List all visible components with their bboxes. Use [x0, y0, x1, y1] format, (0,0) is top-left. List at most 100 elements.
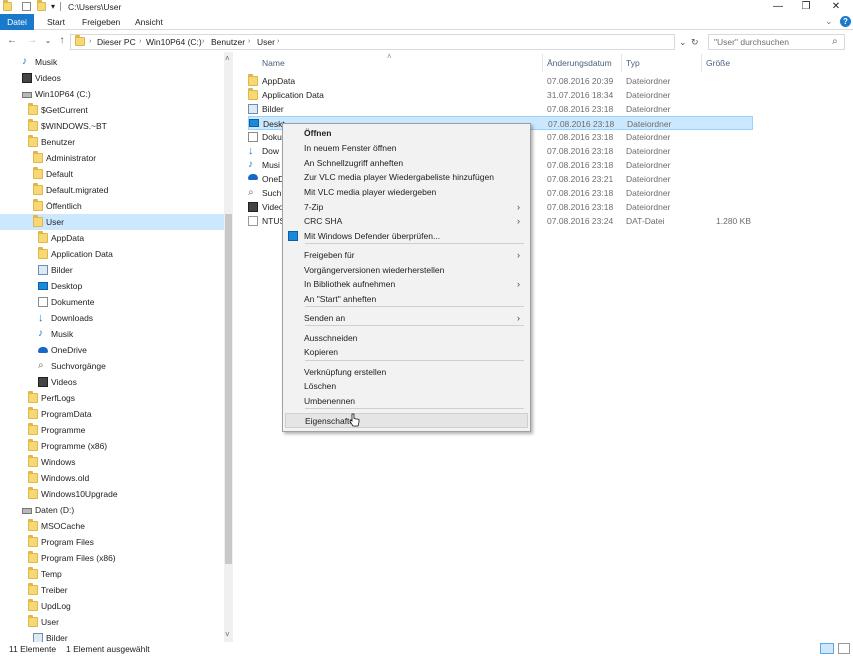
context-menu-item[interactable]: Öffnen: [285, 126, 528, 141]
refresh-icon[interactable]: ↻: [691, 35, 699, 49]
nav-item[interactable]: User: [0, 214, 224, 230]
nav-item[interactable]: Windows10Upgrade: [0, 486, 224, 502]
address-dropdown-icon[interactable]: ⌄: [679, 35, 687, 49]
nav-item[interactable]: ProgramData: [0, 406, 224, 422]
nav-item[interactable]: Videos: [0, 70, 224, 86]
nav-item[interactable]: User: [0, 614, 224, 630]
nav-item[interactable]: UpdLog: [0, 598, 224, 614]
tab-ansicht[interactable]: Ansicht: [129, 14, 169, 30]
file-row[interactable]: Application Data 31.07.2016 18:34 Dateiord…: [248, 88, 753, 102]
nav-item[interactable]: Bilder: [0, 262, 224, 278]
column-header-date[interactable]: Änderungsdatum: [547, 57, 612, 69]
recent-locations-icon[interactable]: ⌄: [42, 34, 54, 48]
tab-start[interactable]: Start: [41, 14, 71, 30]
breadcrumb-user[interactable]: User: [257, 35, 275, 49]
file-row[interactable]: Bilder 07.08.2016 23:18 Dateiordner: [248, 102, 753, 116]
nav-item[interactable]: Treiber: [0, 582, 224, 598]
breadcrumb-separator[interactable]: ›: [139, 35, 141, 49]
nav-item[interactable]: ♪ Musik: [0, 54, 224, 70]
nav-item[interactable]: Desktop: [0, 278, 224, 294]
new-folder-quick-access-icon[interactable]: [37, 0, 46, 11]
up-icon[interactable]: ↑: [56, 34, 68, 48]
details-view-icon[interactable]: [820, 643, 834, 654]
context-menu-item[interactable]: In neuem Fenster öffnen: [285, 141, 528, 156]
context-menu-item[interactable]: Ausschneiden: [285, 331, 528, 346]
column-header-name[interactable]: Name: [262, 57, 285, 69]
breadcrumb-separator[interactable]: ›: [89, 35, 91, 49]
nav-item[interactable]: Benutzer: [0, 134, 224, 150]
breadcrumb-benutzer[interactable]: Benutzer: [211, 35, 245, 49]
breadcrumb-separator[interactable]: ›: [248, 35, 250, 49]
column-header-size[interactable]: Größe: [706, 57, 730, 69]
context-menu-item[interactable]: Mit Windows Defender überprüfen...: [285, 229, 528, 244]
context-menu-item[interactable]: Mit VLC media player wiedergeben: [285, 185, 528, 200]
address-bar[interactable]: › Dieser PC › Win10P64 (C:) › Benutzer ›…: [70, 34, 699, 50]
breadcrumb-dieser-pc[interactable]: Dieser PC: [97, 35, 136, 49]
large-icons-view-icon[interactable]: [838, 643, 850, 654]
context-menu-item[interactable]: Freigeben für ›: [285, 248, 528, 263]
nav-item[interactable]: Program Files: [0, 534, 224, 550]
nav-item[interactable]: Application Data: [0, 246, 224, 262]
restore-button[interactable]: ❐: [795, 0, 817, 13]
context-menu-item[interactable]: An Schnellzugriff anheften: [285, 156, 528, 171]
nav-item[interactable]: Temp: [0, 566, 224, 582]
context-menu-item[interactable]: Verknüpfung erstellen: [285, 365, 528, 380]
column-header-type[interactable]: Typ: [626, 57, 640, 69]
scroll-down-icon[interactable]: ˅: [225, 630, 230, 639]
nav-item[interactable]: Default: [0, 166, 224, 182]
search-box[interactable]: "User" durchsuchen ⌕: [708, 34, 845, 50]
back-icon[interactable]: ←: [6, 34, 18, 48]
scroll-up-icon[interactable]: ˄: [225, 54, 230, 63]
minimize-button[interactable]: —: [767, 0, 789, 13]
scrollbar-thumb[interactable]: [225, 214, 232, 564]
help-icon[interactable]: ?: [840, 16, 851, 27]
nav-item[interactable]: ⌕ Suchvorgänge: [0, 358, 224, 374]
nav-item[interactable]: Programme: [0, 422, 224, 438]
breadcrumb-separator[interactable]: ›: [202, 35, 204, 49]
nav-item[interactable]: Bilder: [0, 630, 224, 642]
close-button[interactable]: ✕: [825, 0, 847, 13]
nav-item[interactable]: ♪ Musik: [0, 326, 224, 342]
file-row[interactable]: AppData 07.08.2016 20:39 Dateiordner: [248, 74, 753, 88]
nav-item[interactable]: Administrator: [0, 150, 224, 166]
tab-freigeben[interactable]: Freigeben: [76, 14, 126, 30]
nav-item[interactable]: Programme (x86): [0, 438, 224, 454]
nav-item[interactable]: Daten (D:): [0, 502, 224, 518]
context-menu-item[interactable]: In Bibliothek aufnehmen ›: [285, 277, 528, 292]
nav-item[interactable]: Windows: [0, 454, 224, 470]
expand-ribbon-icon[interactable]: ⌄: [825, 16, 833, 27]
nav-item[interactable]: PerfLogs: [0, 390, 224, 406]
context-menu-item[interactable]: CRC SHA ›: [285, 214, 528, 229]
nav-item[interactable]: MSOCache: [0, 518, 224, 534]
column-divider[interactable]: [621, 54, 622, 72]
nav-item[interactable]: Videos: [0, 374, 224, 390]
context-menu-item[interactable]: An "Start" anheften: [285, 292, 528, 307]
nav-item[interactable]: AppData: [0, 230, 224, 246]
forward-icon[interactable]: →: [26, 34, 38, 48]
context-menu-item[interactable]: Zur VLC media player Wiedergabeliste hin…: [285, 170, 528, 185]
nav-item[interactable]: Win10P64 (C:): [0, 86, 224, 102]
context-menu-item[interactable]: Löschen: [285, 379, 528, 394]
nav-item[interactable]: $WINDOWS.~BT: [0, 118, 224, 134]
context-menu-item[interactable]: Kopieren: [285, 345, 528, 360]
search-icon[interactable]: ⌕: [832, 35, 838, 49]
context-menu-item[interactable]: Senden an ›: [285, 311, 528, 326]
column-divider[interactable]: [701, 54, 702, 72]
column-divider[interactable]: [542, 54, 543, 72]
nav-item[interactable]: Default.migrated: [0, 182, 224, 198]
nav-item[interactable]: $GetCurrent: [0, 102, 224, 118]
properties-quick-access-icon[interactable]: [22, 2, 31, 11]
nav-item[interactable]: OneDrive: [0, 342, 224, 358]
search-input[interactable]: "User" durchsuchen: [714, 35, 789, 49]
context-menu-item[interactable]: Vorgängerversionen wiederherstellen: [285, 263, 528, 278]
context-menu-item[interactable]: Umbenennen: [285, 394, 528, 409]
nav-item[interactable]: Öffentlich: [0, 198, 224, 214]
tab-datei[interactable]: Datei: [0, 14, 34, 30]
context-menu-item[interactable]: 7-Zip ›: [285, 200, 528, 215]
quick-access-dropdown-icon[interactable]: ▾: [51, 0, 55, 13]
nav-item[interactable]: Windows.old: [0, 470, 224, 486]
breadcrumb-separator[interactable]: ›: [277, 35, 279, 49]
nav-item[interactable]: Dokumente: [0, 294, 224, 310]
breadcrumb-c-drive[interactable]: Win10P64 (C:): [146, 35, 202, 49]
nav-scrollbar[interactable]: ˄ ˅: [224, 52, 233, 642]
